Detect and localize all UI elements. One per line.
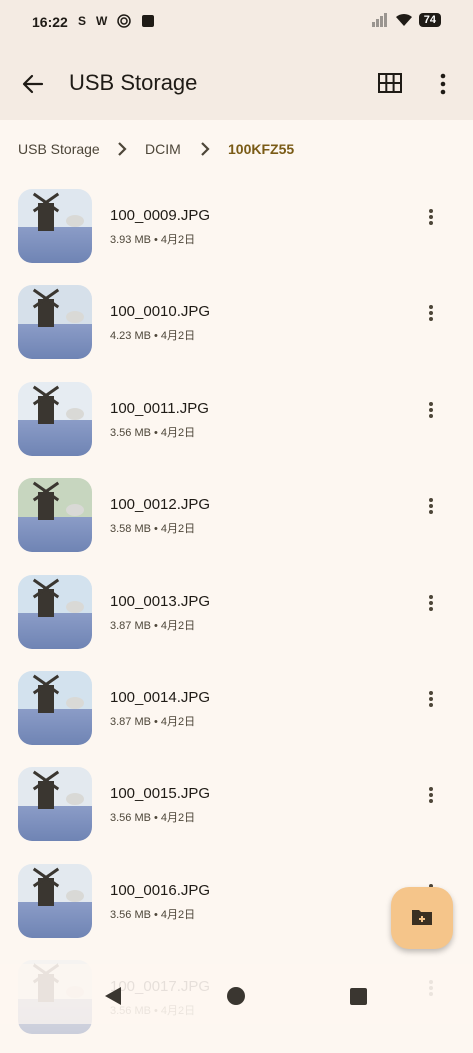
file-thumbnail <box>18 381 92 456</box>
file-more-options-icon[interactable] <box>424 400 438 420</box>
file-more-options-icon[interactable] <box>424 593 438 613</box>
status-notification-icons: S W <box>78 14 155 28</box>
breadcrumb-dcim[interactable]: DCIM <box>145 141 181 157</box>
file-thumbnail <box>18 478 92 553</box>
file-thumbnail <box>18 863 92 938</box>
file-thumbnail <box>18 189 92 263</box>
grid-view-icon[interactable] <box>378 73 402 93</box>
app-notification-icon <box>142 15 155 27</box>
new-folder-icon <box>412 910 432 925</box>
file-more-options-icon[interactable] <box>424 496 438 516</box>
back-arrow-icon[interactable] <box>20 71 46 97</box>
signal-icon <box>371 13 387 27</box>
file-meta: 3.58 MB • 4月2日 <box>110 523 196 536</box>
status-bar: 16:22 S W 74 <box>0 0 473 46</box>
more-options-icon[interactable] <box>438 73 448 95</box>
wifi-icon <box>395 13 412 26</box>
nav-home-icon[interactable] <box>227 987 245 1005</box>
file-name: 100_0014.JPG <box>110 688 211 706</box>
chevron-right-icon <box>201 142 210 156</box>
file-name: 100_0011.JPG <box>110 399 209 417</box>
new-folder-button[interactable] <box>391 887 453 949</box>
file-more-options-icon[interactable] <box>424 785 438 805</box>
file-more-options-icon[interactable] <box>424 207 438 227</box>
page-title: USB Storage <box>69 70 198 95</box>
file-name: 100_0013.JPG <box>110 592 211 610</box>
system-nav-bar <box>0 964 473 1024</box>
notification-s-icon: S <box>78 14 87 28</box>
battery-level: 74 <box>418 13 441 27</box>
nav-back-icon[interactable] <box>104 986 122 1006</box>
fingerprint-icon <box>117 14 132 28</box>
file-row[interactable]: 100_0009.JPG 3.93 MB • 4月2日 <box>0 185 473 281</box>
file-name: 100_0012.JPG <box>110 496 211 514</box>
notification-w-icon: W <box>96 14 108 28</box>
file-thumbnail <box>18 285 92 360</box>
file-name: 100_0010.JPG <box>110 303 211 321</box>
file-name: 100_0009.JPG <box>110 207 211 224</box>
file-meta: 3.87 MB • 4月2日 <box>110 715 196 728</box>
file-thumbnail <box>18 574 92 649</box>
breadcrumb-current-folder[interactable]: 100KFZ55 <box>228 141 294 157</box>
app-bar: USB Storage <box>0 46 473 120</box>
file-meta: 3.56 MB • 4月2日 <box>110 812 196 825</box>
file-more-options-icon[interactable] <box>424 303 438 323</box>
file-row[interactable]: 100_0014.JPG 3.87 MB • 4月2日 <box>0 667 473 763</box>
breadcrumb-usb-storage[interactable]: USB Storage <box>18 141 100 157</box>
file-meta: 3.56 MB • 4月2日 <box>110 426 196 439</box>
file-thumbnail <box>18 670 92 745</box>
file-row[interactable]: 100_0010.JPG 4.23 MB • 4月2日 <box>0 281 473 377</box>
file-row[interactable]: 100_0011.JPG 3.56 MB • 4月2日 <box>0 378 473 474</box>
file-more-options-icon[interactable] <box>424 689 438 709</box>
breadcrumb: USB Storage DCIM 100KFZ55 <box>0 120 473 180</box>
file-meta: 3.56 MB • 4月2日 <box>110 908 196 921</box>
file-row[interactable]: 100_0013.JPG 3.87 MB • 4月2日 <box>0 571 473 667</box>
file-name: 100_0016.JPG <box>110 881 211 899</box>
file-meta: 4.23 MB • 4月2日 <box>110 330 196 343</box>
nav-recents-icon[interactable] <box>350 988 367 1005</box>
status-time: 16:22 <box>32 14 68 30</box>
chevron-right-icon <box>118 142 127 156</box>
status-system-icons: 74 <box>371 13 441 27</box>
file-meta: 3.93 MB • 4月2日 <box>110 234 196 246</box>
file-row[interactable]: 100_0015.JPG 3.56 MB • 4月2日 <box>0 763 473 859</box>
file-meta: 3.87 MB • 4月2日 <box>110 619 196 632</box>
file-name: 100_0015.JPG <box>110 785 211 803</box>
file-row[interactable]: 100_0012.JPG 3.58 MB • 4月2日 <box>0 474 473 570</box>
file-thumbnail <box>18 767 92 842</box>
